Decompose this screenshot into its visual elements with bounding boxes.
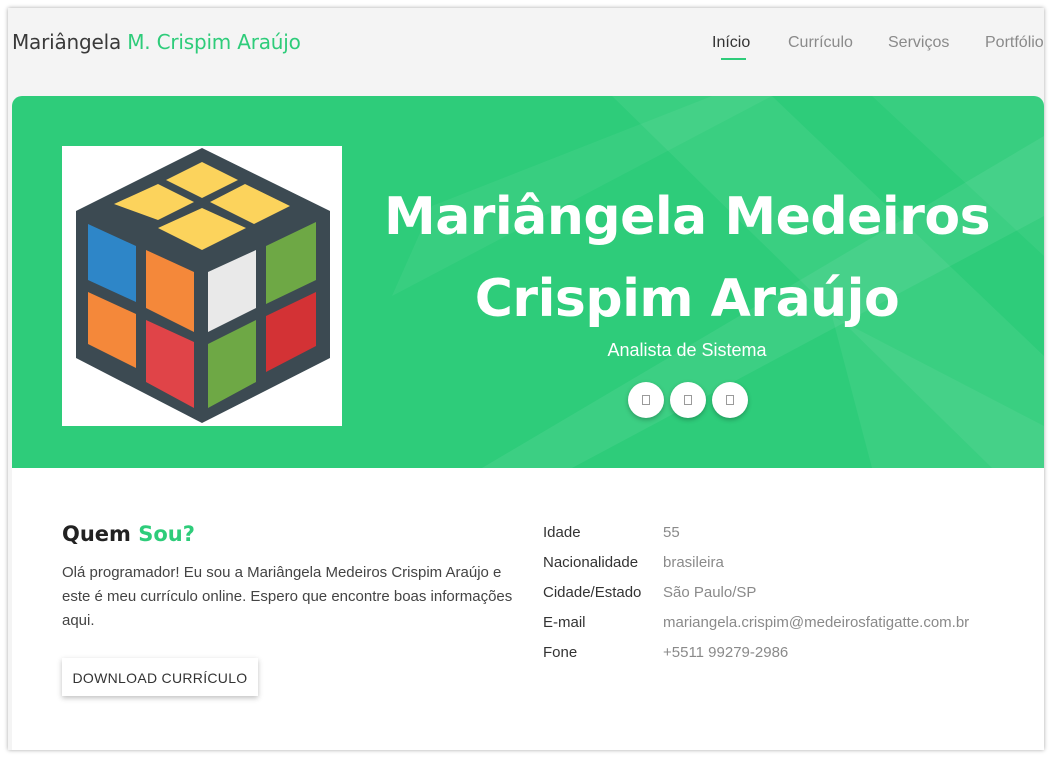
- info-row-age: Idade 55: [543, 524, 1023, 554]
- info-row-nationality: Nacionalidade brasileira: [543, 554, 1023, 584]
- social-link-1[interactable]: [628, 382, 664, 418]
- hero-name: Mariângela Medeiros Crispim Araújo: [372, 176, 1002, 340]
- info-label: Idade: [543, 524, 581, 541]
- info-label: Nacionalidade: [543, 554, 639, 571]
- about-title-first: Quem: [62, 522, 131, 546]
- nav-item-inicio[interactable]: Início: [712, 34, 751, 60]
- site-header: Mariângela M. Crispim Araújo Início Curr…: [8, 8, 1044, 96]
- download-cv-button[interactable]: DOWNLOAD CURRÍCULO: [62, 658, 258, 696]
- about-title: Quem Sou?: [62, 522, 195, 546]
- hero-role: Analista de Sistema: [607, 340, 767, 360]
- nav-item-label: Currículo: [788, 34, 853, 51]
- main-nav: Início Currículo Serviços Portfólio: [8, 34, 1044, 64]
- email-link[interactable]: mariangela.crispim@medeirosfatigatte.com…: [663, 614, 969, 631]
- info-row-phone: Fone +5511 99279-2986: [543, 644, 1023, 674]
- personal-info-list: Idade 55 Nacionalidade brasileira Cidade…: [543, 524, 1023, 674]
- info-row-email: E-mail mariangela.crispim@medeirosfatiga…: [543, 614, 1023, 644]
- nav-item-portfolio[interactable]: Portfólio: [985, 34, 1044, 52]
- social-link-3[interactable]: [712, 382, 748, 418]
- nav-item-label: Serviços: [888, 34, 950, 51]
- info-row-city: Cidade/Estado São Paulo/SP: [543, 584, 1023, 614]
- hero-name-line-1: Mariângela Medeiros: [383, 187, 991, 247]
- about-title-accent: Sou?: [138, 522, 195, 546]
- page-frame: Mariângela M. Crispim Araújo Início Curr…: [8, 8, 1044, 750]
- social-link-2[interactable]: [670, 382, 706, 418]
- active-nav-underline: [721, 58, 746, 60]
- info-value: São Paulo/SP: [663, 584, 757, 601]
- info-label: Fone: [543, 644, 578, 661]
- social-icon: [642, 395, 650, 405]
- info-value: 55: [663, 524, 680, 541]
- nav-item-label: Início: [712, 34, 751, 51]
- avatar: [62, 146, 342, 426]
- social-links: [628, 382, 758, 418]
- info-label: E-mail: [543, 614, 586, 631]
- social-icon: [684, 395, 692, 405]
- hero-name-line-2: Crispim Araújo: [474, 269, 900, 329]
- info-label: Cidade/Estado: [543, 584, 642, 601]
- social-icon: [726, 395, 734, 405]
- nav-item-servicos[interactable]: Serviços: [888, 34, 949, 52]
- info-value: brasileira: [663, 554, 724, 571]
- rubiks-cube-icon: [76, 148, 330, 423]
- about-text: Olá programador! Eu sou a Mariângela Med…: [62, 564, 513, 629]
- hero-banner: Mariângela Medeiros Crispim Araújo Anali…: [12, 96, 1044, 468]
- info-value: +5511 99279-2986: [663, 644, 789, 661]
- nav-item-curriculo[interactable]: Currículo: [788, 34, 853, 52]
- nav-item-label: Portfólio: [985, 34, 1044, 51]
- about-section: Quem Sou? Olá programador! Eu sou a Mari…: [12, 468, 1044, 750]
